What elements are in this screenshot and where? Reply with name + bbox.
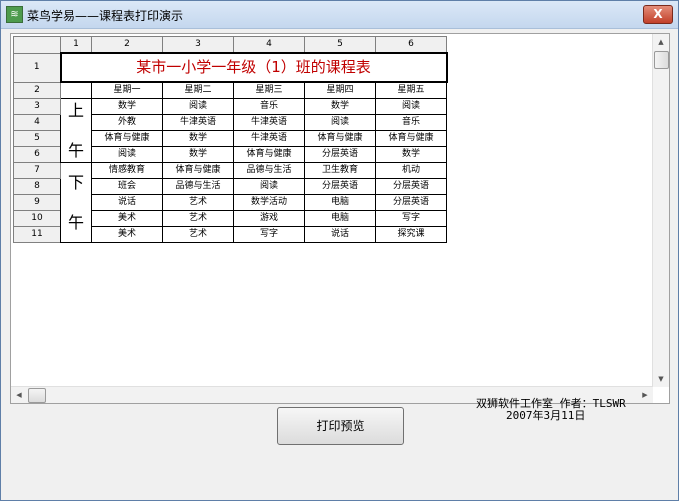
table-cell[interactable]: 体育与健康 (304, 130, 376, 147)
table-cell[interactable]: 分层英语 (304, 146, 376, 163)
table-cell[interactable]: 数学 (375, 146, 447, 163)
column-header[interactable]: 6 (375, 36, 447, 54)
row-header[interactable]: 3 (13, 98, 61, 115)
table-cell[interactable]: 体育与健康 (91, 130, 163, 147)
table-cell[interactable]: 探究课 (375, 226, 447, 243)
row-header[interactable]: 6 (13, 146, 61, 163)
corner-cell[interactable] (13, 36, 61, 54)
table-cell[interactable]: 分层英语 (304, 178, 376, 195)
table-cell[interactable]: 牛津英语 (233, 114, 305, 131)
table-cell[interactable]: 写字 (375, 210, 447, 227)
period-morning[interactable]: 上午 (60, 98, 92, 163)
column-header-row: 1 2 3 4 5 6 (13, 36, 447, 54)
column-header[interactable]: 2 (91, 36, 163, 54)
table-cell[interactable]: 说话 (91, 194, 163, 211)
close-button[interactable]: X (643, 5, 673, 24)
table-cell[interactable]: 阅读 (304, 114, 376, 131)
table-row: 1 某市一小学一年级（1）班的课程表 (13, 52, 448, 83)
app-window: ≋ 菜鸟学易——课程表打印演示 X 1 2 3 4 5 6 1 某市一小学一年级… (0, 0, 679, 501)
column-header[interactable]: 4 (233, 36, 305, 54)
table-cell[interactable]: 数学 (162, 130, 234, 147)
table-cell[interactable]: 牛津英语 (162, 114, 234, 131)
table-cell[interactable]: 电脑 (304, 194, 376, 211)
table-cell[interactable]: 阅读 (162, 98, 234, 115)
weekday-header[interactable]: 星期四 (304, 81, 376, 99)
row-header[interactable]: 2 (13, 81, 61, 99)
table-cell[interactable] (60, 81, 92, 99)
title-bar[interactable]: ≋ 菜鸟学易——课程表打印演示 X (1, 1, 678, 29)
row-header[interactable]: 9 (13, 194, 61, 211)
table-cell[interactable]: 班会 (91, 178, 163, 195)
scroll-up-icon[interactable]: ▲ (653, 34, 669, 50)
table-cell[interactable]: 写字 (233, 226, 305, 243)
scroll-right-icon[interactable]: ▶ (637, 387, 653, 403)
column-header[interactable]: 1 (60, 36, 92, 54)
schedule-title[interactable]: 某市一小学一年级（1）班的课程表 (59, 52, 448, 83)
table-cell[interactable]: 分层英语 (375, 194, 447, 211)
scroll-down-icon[interactable]: ▼ (653, 371, 669, 387)
table-cell[interactable]: 数学活动 (233, 194, 305, 211)
table-cell[interactable]: 情感教育 (91, 162, 163, 179)
row-header[interactable]: 8 (13, 178, 61, 195)
period-afternoon[interactable]: 下午 (60, 162, 92, 243)
table-cell[interactable]: 数学 (162, 146, 234, 163)
table-cell[interactable]: 美术 (91, 226, 163, 243)
table-cell[interactable]: 美术 (91, 210, 163, 227)
spreadsheet-grid[interactable]: 1 2 3 4 5 6 1 某市一小学一年级（1）班的课程表 2 星期一 星期二… (10, 33, 670, 404)
print-preview-button[interactable]: 打印预览 (277, 407, 404, 445)
table-cell[interactable]: 游戏 (233, 210, 305, 227)
table-row: 3 上午 数学 阅读 音乐 数学 阅读 (13, 98, 447, 163)
table-cell[interactable]: 音乐 (375, 114, 447, 131)
row-header[interactable]: 1 (13, 52, 61, 83)
table-row: 7 下午 情感教育 体育与健康 品德与生活 卫生教育 机动 (13, 162, 447, 243)
table-cell[interactable]: 机动 (375, 162, 447, 179)
app-logo-icon: ≋ (6, 6, 23, 23)
table-cell[interactable]: 外教 (91, 114, 163, 131)
row-header[interactable]: 7 (13, 162, 61, 179)
author-credit: 双狮软件工作室 作者：TLSWR 2007年3月11日 (476, 398, 626, 422)
window-title: 菜鸟学易——课程表打印演示 (27, 9, 184, 23)
table-cell[interactable]: 卫生教育 (304, 162, 376, 179)
table-cell[interactable]: 阅读 (91, 146, 163, 163)
table-cell[interactable]: 说话 (304, 226, 376, 243)
table-cell[interactable]: 音乐 (233, 98, 305, 115)
scroll-left-icon[interactable]: ◀ (11, 387, 27, 403)
table-cell[interactable]: 分层英语 (375, 178, 447, 195)
period-char: 下 (67, 172, 84, 192)
period-char: 午 (67, 212, 84, 232)
table-cell[interactable]: 阅读 (233, 178, 305, 195)
credit-date: 2007年3月11日 (506, 409, 586, 422)
column-header[interactable]: 5 (304, 36, 376, 54)
table-row: 2 星期一 星期二 星期三 星期四 星期五 (13, 81, 447, 99)
row-header[interactable]: 11 (13, 226, 61, 243)
period-char: 午 (67, 140, 84, 160)
table-cell[interactable]: 品德与生活 (162, 178, 234, 195)
table-cell[interactable]: 艺术 (162, 226, 234, 243)
horizontal-scroll-thumb[interactable] (28, 388, 46, 403)
table-cell[interactable]: 体育与健康 (162, 162, 234, 179)
row-header[interactable]: 10 (13, 210, 61, 227)
vertical-scrollbar[interactable]: ▲ ▼ (652, 34, 669, 387)
table-cell[interactable]: 数学 (91, 98, 163, 115)
table-cell[interactable]: 阅读 (375, 98, 447, 115)
period-char: 上 (67, 100, 84, 120)
weekday-header[interactable]: 星期三 (233, 81, 305, 99)
table-cell[interactable]: 牛津英语 (233, 130, 305, 147)
weekday-header[interactable]: 星期二 (162, 81, 234, 99)
table-cell[interactable]: 电脑 (304, 210, 376, 227)
row-header[interactable]: 4 (13, 114, 61, 131)
table-cell[interactable]: 体育与健康 (233, 146, 305, 163)
row-header[interactable]: 5 (13, 130, 61, 147)
table-cell[interactable]: 艺术 (162, 210, 234, 227)
table-cell[interactable]: 体育与健康 (375, 130, 447, 147)
table-cell[interactable]: 数学 (304, 98, 376, 115)
column-header[interactable]: 3 (162, 36, 234, 54)
weekday-header[interactable]: 星期五 (375, 81, 447, 99)
vertical-scroll-thumb[interactable] (654, 51, 669, 69)
table-cell[interactable]: 艺术 (162, 194, 234, 211)
table-cell[interactable]: 品德与生活 (233, 162, 305, 179)
schedule-table: 1 2 3 4 5 6 1 某市一小学一年级（1）班的课程表 2 星期一 星期二… (13, 36, 448, 243)
weekday-header[interactable]: 星期一 (91, 81, 163, 99)
